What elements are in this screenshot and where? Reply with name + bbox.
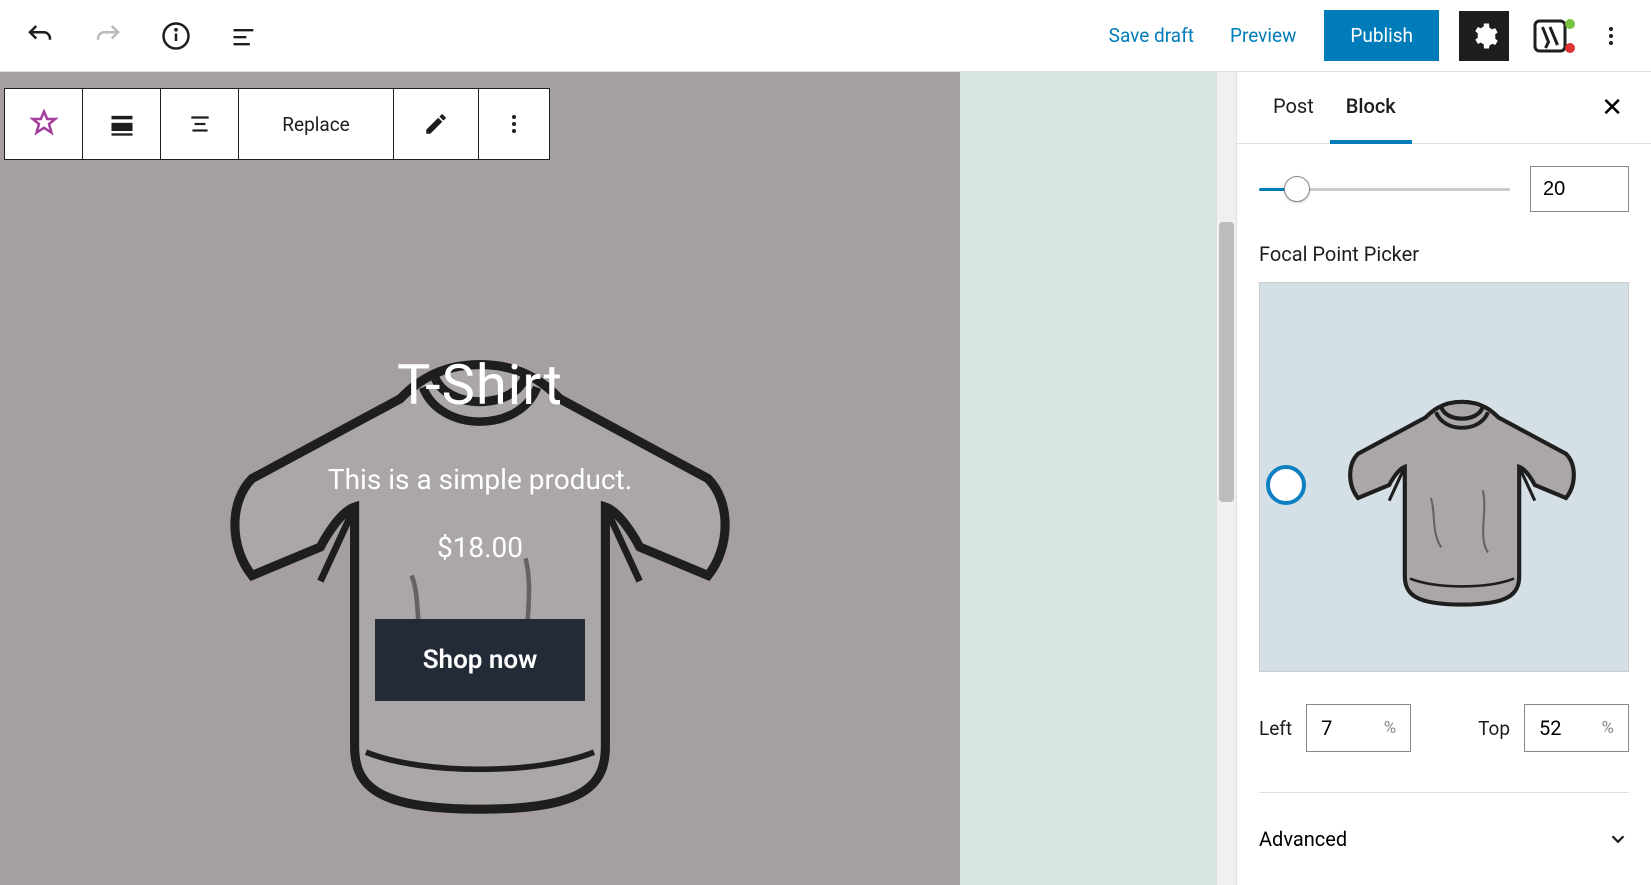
top-label: Top <box>1478 717 1510 740</box>
chevron-down-icon <box>1607 828 1629 850</box>
focal-point-picker[interactable] <box>1259 282 1629 672</box>
canvas-scrollbar[interactable] <box>1216 72 1236 885</box>
overlay-opacity-slider[interactable] <box>1259 188 1510 191</box>
block-toolbar: Replace <box>4 88 550 160</box>
left-label: Left <box>1259 717 1292 740</box>
more-options-button[interactable] <box>1591 16 1631 56</box>
focal-preview-image <box>1332 355 1592 615</box>
info-button[interactable] <box>156 16 196 56</box>
block-more-button[interactable] <box>479 89 549 159</box>
save-draft-button[interactable]: Save draft <box>1101 18 1202 53</box>
yoast-seo-dot <box>1565 43 1575 53</box>
replace-media-button[interactable]: Replace <box>239 89 394 159</box>
block-type-button[interactable] <box>5 89 83 159</box>
overlay-opacity-input[interactable] <box>1530 166 1629 212</box>
publish-button[interactable]: Publish <box>1324 10 1439 61</box>
editor-canvas[interactable]: Replace T-Shirt This is a simple product… <box>0 72 1216 885</box>
product-description[interactable]: This is a simple product. <box>0 463 960 496</box>
focal-left-input[interactable]: 7 % <box>1306 704 1411 752</box>
slider-thumb[interactable] <box>1284 176 1310 202</box>
scrollbar-thumb[interactable] <box>1219 222 1234 502</box>
yoast-button[interactable] <box>1529 15 1571 57</box>
preview-button[interactable]: Preview <box>1222 18 1304 53</box>
settings-button[interactable] <box>1459 11 1509 61</box>
close-sidebar-button[interactable]: ✕ <box>1593 85 1631 131</box>
shop-now-button[interactable]: Shop now <box>375 619 586 701</box>
editor-topbar: Save draft Preview Publish <box>0 0 1651 72</box>
yoast-readability-dot <box>1565 19 1575 29</box>
outline-button[interactable] <box>224 16 264 56</box>
advanced-panel-toggle[interactable]: Advanced <box>1259 792 1629 885</box>
focal-point-marker[interactable] <box>1266 465 1306 505</box>
tab-block[interactable]: Block <box>1330 72 1412 144</box>
edit-button[interactable] <box>394 89 479 159</box>
settings-sidebar: Post Block ✕ Focal Point Picker <box>1236 72 1651 885</box>
content-align-button[interactable] <box>161 89 239 159</box>
redo-button[interactable] <box>88 16 128 56</box>
align-button[interactable] <box>83 89 161 159</box>
product-title[interactable]: T-Shirt <box>0 352 960 418</box>
focal-point-label: Focal Point Picker <box>1259 242 1629 266</box>
focal-top-input[interactable]: 52 % <box>1524 704 1629 752</box>
tab-post[interactable]: Post <box>1257 72 1330 144</box>
product-price: $18.00 <box>0 531 960 564</box>
undo-button[interactable] <box>20 16 60 56</box>
